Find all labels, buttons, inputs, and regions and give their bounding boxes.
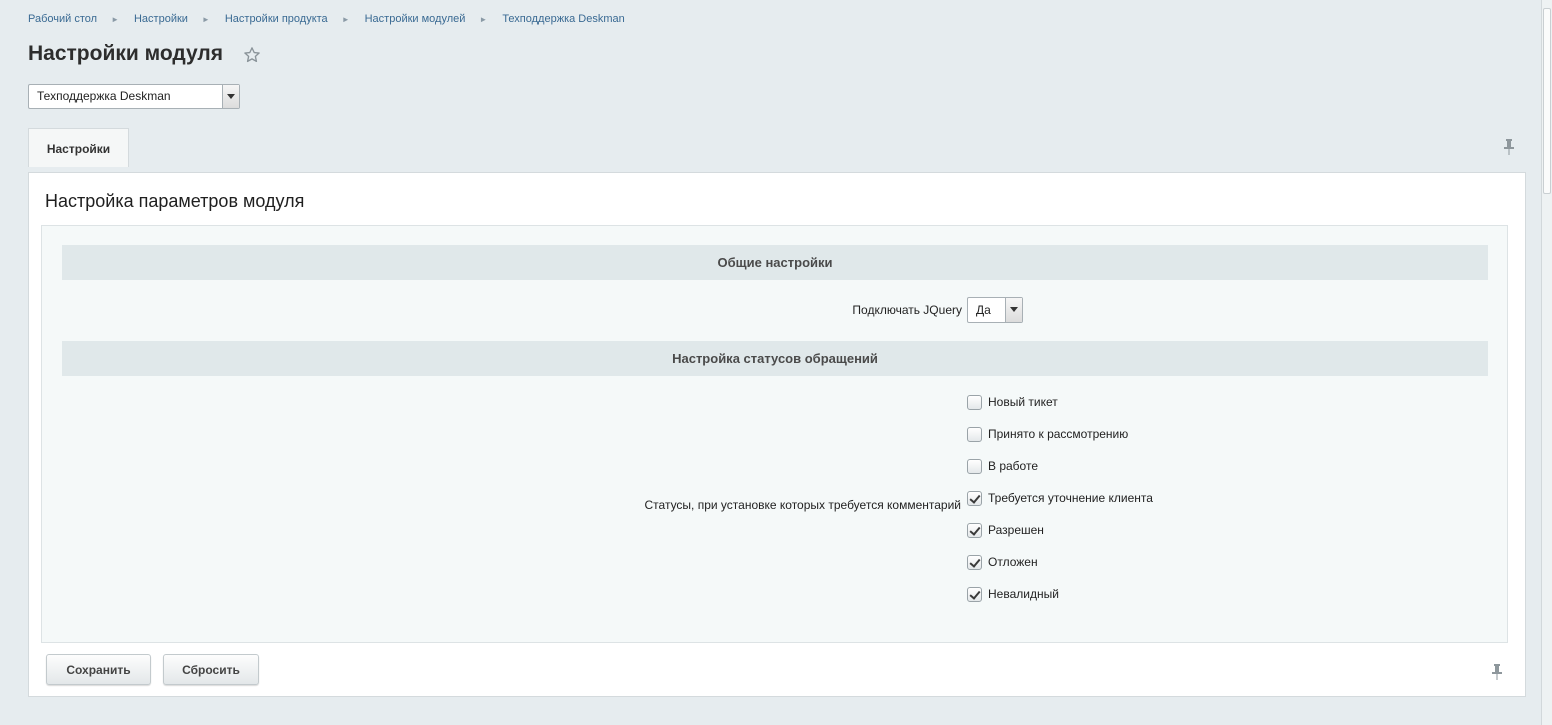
- scrollbar-thumb[interactable]: [1543, 8, 1551, 194]
- breadcrumb-item[interactable]: Настройки модулей: [365, 13, 466, 25]
- status-option[interactable]: Отложен: [967, 553, 1038, 571]
- status-option[interactable]: Невалидный: [967, 585, 1059, 603]
- checkbox[interactable]: [967, 554, 982, 570]
- status-option-label: В работе: [988, 459, 1039, 473]
- status-option[interactable]: Разрешен: [967, 521, 1044, 539]
- section-heading-statuses: Настройка статусов обращений: [62, 341, 1488, 376]
- breadcrumb-item[interactable]: Рабочий стол: [28, 13, 97, 25]
- breadcrumb-separator-icon: ►: [341, 14, 350, 24]
- breadcrumb-separator-icon: ►: [479, 14, 488, 24]
- pin-icon[interactable]: [1503, 138, 1515, 156]
- status-option-label: Новый тикет: [988, 395, 1058, 409]
- module-select-value: Техподдержка Deskman: [37, 89, 171, 103]
- breadcrumb-separator-icon: ►: [201, 14, 210, 24]
- settings-panel: Настройка параметров модуля Общие настро…: [28, 172, 1526, 697]
- breadcrumb-item[interactable]: Настройки: [134, 13, 188, 25]
- status-option[interactable]: Требуется уточнение клиента: [967, 489, 1153, 507]
- page-title: Настройки модуля: [28, 42, 224, 65]
- status-option[interactable]: В работе: [967, 457, 1038, 475]
- status-option-label: Принято к рассмотрению: [988, 427, 1129, 441]
- checkbox[interactable]: [967, 586, 982, 602]
- reset-button[interactable]: Сбросить: [163, 654, 259, 685]
- checkbox[interactable]: [967, 490, 982, 506]
- status-option-label: Невалидный: [988, 587, 1059, 601]
- checkbox[interactable]: [967, 458, 982, 474]
- jquery-select-value: Да: [976, 303, 991, 317]
- breadcrumb: Рабочий стол ► Настройки ► Настройки про…: [28, 13, 625, 25]
- status-option-label: Отложен: [988, 555, 1038, 569]
- section-heading-general: Общие настройки: [62, 245, 1488, 280]
- checkbox[interactable]: [967, 394, 982, 410]
- statuses-label: Статусы, при установке которых требуется…: [644, 498, 962, 512]
- chevron-down-icon[interactable]: [222, 85, 239, 108]
- star-outline-icon[interactable]: [243, 46, 261, 64]
- panel-title: Настройка параметров модуля: [45, 191, 305, 211]
- tab-settings[interactable]: Настройки: [28, 128, 129, 167]
- checkbox[interactable]: [967, 426, 982, 442]
- jquery-select[interactable]: Да: [967, 297, 1023, 323]
- settings-form: Общие настройки Подключать JQuery Да Нас…: [41, 225, 1508, 643]
- jquery-label: Подключать JQuery: [852, 303, 962, 317]
- page-scrollbar[interactable]: [1541, 0, 1552, 725]
- save-button[interactable]: Сохранить: [46, 654, 151, 685]
- breadcrumb-item[interactable]: Техподдержка Deskman: [502, 13, 624, 25]
- status-option-label: Разрешен: [988, 523, 1044, 537]
- chevron-down-icon[interactable]: [1005, 298, 1022, 322]
- status-option-label: Требуется уточнение клиента: [988, 491, 1153, 505]
- pin-icon[interactable]: [1491, 663, 1503, 681]
- module-select[interactable]: Техподдержка Deskman: [28, 84, 240, 109]
- checkbox[interactable]: [967, 522, 982, 538]
- breadcrumb-item[interactable]: Настройки продукта: [225, 13, 328, 25]
- breadcrumb-separator-icon: ►: [111, 14, 119, 24]
- status-option[interactable]: Новый тикет: [967, 393, 1058, 411]
- status-option[interactable]: Принято к рассмотрению: [967, 425, 1128, 443]
